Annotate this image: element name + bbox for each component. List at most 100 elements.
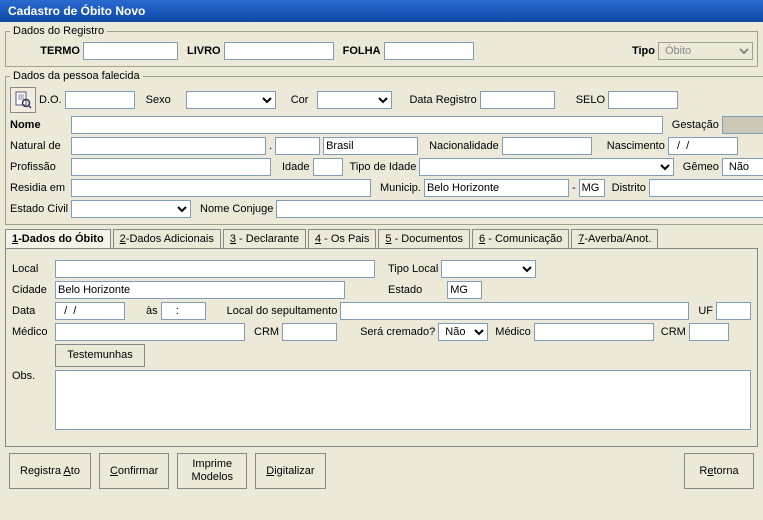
- select-gemeo[interactable]: Não: [722, 158, 763, 176]
- imprime-modelos-button[interactable]: ImprimeModelos: [177, 453, 247, 489]
- window-title: Cadastro de Óbito Novo: [8, 4, 145, 18]
- input-natural-uf[interactable]: [275, 137, 320, 155]
- label-local-sep: Local do sepultamento: [227, 305, 338, 317]
- label-livro: LIVRO: [187, 45, 221, 57]
- tab-declarante[interactable]: 3 - Declarante: [223, 229, 306, 248]
- input-distrito[interactable]: [649, 179, 763, 197]
- input-uf[interactable]: [716, 302, 751, 320]
- tab-documentos[interactable]: 5 - Documentos: [378, 229, 470, 248]
- label-estado: Estado: [388, 284, 422, 296]
- label-tipo: Tipo: [632, 45, 655, 57]
- label-selo: SELO: [576, 94, 605, 106]
- input-nome[interactable]: [71, 116, 663, 134]
- label-nacionalidade: Nacionalidade: [429, 140, 499, 152]
- input-residia[interactable]: [71, 179, 371, 197]
- input-termo[interactable]: [83, 42, 178, 60]
- label-crm2: CRM: [661, 326, 686, 338]
- label-tipo-local: Tipo Local: [388, 263, 438, 275]
- input-natural[interactable]: [71, 137, 266, 155]
- dot1: .: [269, 140, 272, 152]
- bottom-toolbar: Registra Ato Confirmar ImprimeModelos Di…: [5, 447, 758, 495]
- label-cidade: Cidade: [12, 284, 52, 296]
- input-municip[interactable]: [424, 179, 569, 197]
- input-idade[interactable]: [313, 158, 343, 176]
- retorna-button[interactable]: Retorna: [684, 453, 754, 489]
- select-cremado[interactable]: Não: [438, 323, 488, 341]
- testemunhas-button[interactable]: Testemunhas: [55, 344, 145, 367]
- select-estado-civil[interactable]: [71, 200, 191, 218]
- input-pais[interactable]: [323, 137, 418, 155]
- input-profissao[interactable]: [71, 158, 271, 176]
- textarea-obs[interactable]: [55, 370, 751, 430]
- label-residia: Residia em: [10, 182, 68, 194]
- tabpanel-dados-obito: Local Tipo Local Cidade Estado Data às L…: [5, 249, 758, 447]
- fieldset-pessoa: Dados da pessoa falecida D.O. Sexo Cor D…: [5, 70, 763, 225]
- label-municip: Municip.: [380, 182, 421, 194]
- input-nome-conjuge[interactable]: [276, 200, 763, 218]
- label-sexo: Sexo: [146, 94, 171, 106]
- registra-ato-button[interactable]: Registra Ato: [9, 453, 91, 489]
- input-uf-res[interactable]: [579, 179, 605, 197]
- label-natural: Natural de: [10, 140, 68, 152]
- label-do: D.O.: [39, 94, 62, 106]
- label-estado-civil: Estado Civil: [10, 203, 68, 215]
- label-nome: Nome: [10, 119, 68, 131]
- label-uf: UF: [698, 305, 713, 317]
- document-search-icon: [14, 91, 32, 109]
- select-gestacao[interactable]: [722, 116, 763, 134]
- tabbar: 1-Dados do Óbito 2-Dados Adicionais 3 - …: [5, 229, 758, 249]
- label-distrito: Distrito: [612, 182, 646, 194]
- select-tipo[interactable]: Óbito: [658, 42, 753, 60]
- input-estado[interactable]: [447, 281, 482, 299]
- label-termo: TERMO: [10, 45, 80, 57]
- input-local[interactable]: [55, 260, 375, 278]
- label-as: às: [146, 305, 158, 317]
- dash-sep1: -: [572, 182, 576, 194]
- input-hora[interactable]: [161, 302, 206, 320]
- select-tipo-local[interactable]: [441, 260, 536, 278]
- label-tipo-idade: Tipo de Idade: [350, 161, 417, 173]
- input-medico[interactable]: [55, 323, 245, 341]
- tab-dados-adicionais[interactable]: 2-Dados Adicionais: [113, 229, 221, 248]
- tab-os-pais[interactable]: 4 - Os Pais: [308, 229, 376, 248]
- input-data-registro[interactable]: [480, 91, 555, 109]
- label-obs: Obs.: [12, 370, 52, 382]
- input-selo[interactable]: [608, 91, 678, 109]
- legend-registro: Dados do Registro: [10, 25, 107, 37]
- label-folha: FOLHA: [343, 45, 381, 57]
- digitalizar-button[interactable]: Digitalizar: [255, 453, 325, 489]
- input-data[interactable]: [55, 302, 125, 320]
- input-crm2[interactable]: [689, 323, 729, 341]
- input-cidade[interactable]: [55, 281, 345, 299]
- label-cor: Cor: [291, 94, 309, 106]
- confirmar-button[interactable]: Confirmar: [99, 453, 169, 489]
- lookup-icon-button[interactable]: [10, 87, 36, 113]
- select-tipo-idade[interactable]: [419, 158, 673, 176]
- label-cremado: Será cremado?: [360, 326, 435, 338]
- input-livro[interactable]: [224, 42, 334, 60]
- input-nascimento[interactable]: [668, 137, 738, 155]
- input-local-sep[interactable]: [340, 302, 689, 320]
- tab-dados-obito[interactable]: 1-Dados do Óbito: [5, 229, 111, 248]
- select-cor[interactable]: [317, 91, 392, 109]
- label-nascimento: Nascimento: [607, 140, 665, 152]
- input-nacionalidade[interactable]: [502, 137, 592, 155]
- legend-pessoa: Dados da pessoa falecida: [10, 70, 143, 82]
- input-folha[interactable]: [384, 42, 474, 60]
- label-idade: Idade: [282, 161, 310, 173]
- label-data: Data: [12, 305, 52, 317]
- label-gestacao: Gestação: [672, 119, 719, 131]
- label-gemeo: Gêmeo: [683, 161, 719, 173]
- input-crm[interactable]: [282, 323, 337, 341]
- tab-comunicacao[interactable]: 6 - Comunicação: [472, 229, 569, 248]
- select-sexo[interactable]: [186, 91, 276, 109]
- input-medico2[interactable]: [534, 323, 654, 341]
- fieldset-registro: Dados do Registro TERMO LIVRO FOLHA Tipo…: [5, 25, 758, 67]
- tab-averba[interactable]: 7-Averba/Anot.: [571, 229, 658, 248]
- label-medico: Médico: [12, 326, 52, 338]
- label-local: Local: [12, 263, 52, 275]
- label-nome-conjuge: Nome Conjuge: [200, 203, 273, 215]
- input-do[interactable]: [65, 91, 135, 109]
- window-titlebar: Cadastro de Óbito Novo: [0, 0, 763, 22]
- label-medico2: Médico: [495, 326, 530, 338]
